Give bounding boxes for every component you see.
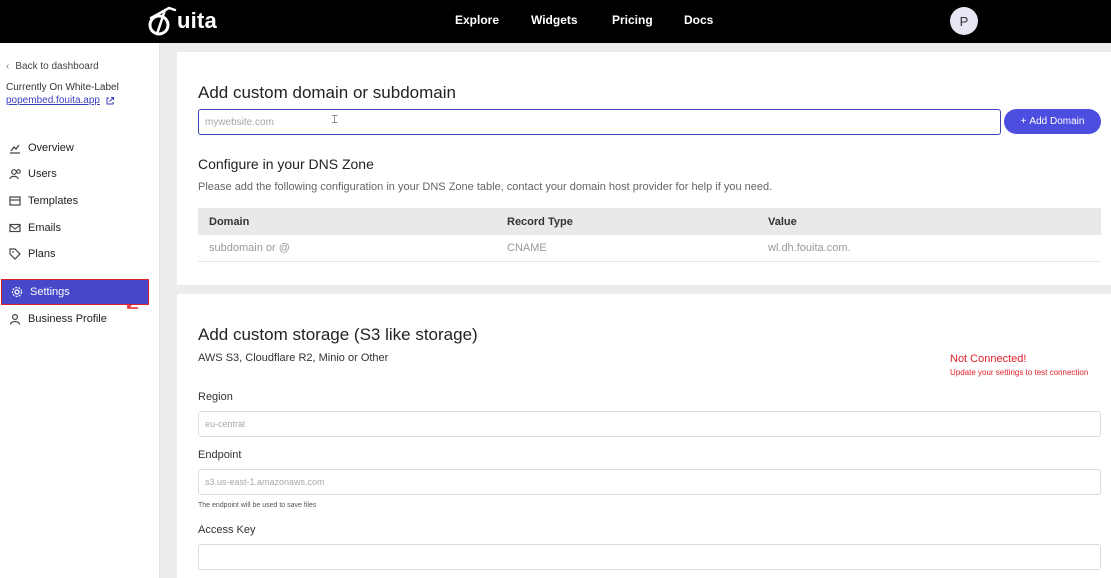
access-key-input[interactable] (198, 544, 1101, 570)
sidebar-item-label: Users (28, 168, 57, 180)
gear-icon (10, 285, 24, 299)
add-domain-button[interactable]: + Add Domain (1004, 109, 1101, 134)
current-label: Currently On White-Label (6, 82, 119, 93)
brand-name: uita (177, 8, 217, 33)
sidebar-item-emails[interactable]: Emails (0, 216, 160, 240)
access-key-label: Access Key (198, 524, 256, 536)
column-header-domain: Domain (209, 215, 250, 228)
sidebar-item-overview[interactable]: Overview (0, 136, 160, 160)
domain-input[interactable] (198, 109, 1001, 135)
sidebar-item-label: Plans (28, 248, 56, 260)
back-to-dashboard-link[interactable]: ‹ Back to dashboard (6, 61, 99, 72)
text-cursor-icon: ⌶ (331, 112, 339, 126)
dns-zone-title: Configure in your DNS Zone (198, 156, 374, 172)
fouita-logo-icon (148, 6, 177, 36)
templates-icon (8, 194, 22, 208)
endpoint-input[interactable] (198, 469, 1101, 495)
user-avatar[interactable]: P (950, 7, 978, 35)
chart-icon (8, 141, 22, 155)
sidebar-item-plans[interactable]: Plans (0, 242, 160, 266)
cell-domain: subdomain or @ (209, 242, 290, 254)
back-label: Back to dashboard (15, 61, 99, 72)
region-input[interactable] (198, 411, 1101, 437)
domain-link-text: popembed.fouita.app (6, 95, 100, 106)
sidebar-item-label: Settings (30, 286, 70, 298)
brand-logo[interactable]: uita (145, 4, 217, 38)
sidebar-item-templates[interactable]: Templates (0, 189, 160, 213)
connection-status-hint: Update your settings to test connection (950, 368, 1089, 377)
table-row: subdomain or @ CNAME wl.dh.fouita.com. (198, 235, 1101, 262)
sidebar-item-label: Business Profile (28, 313, 107, 325)
sidebar-item-label: Templates (28, 195, 79, 207)
nav-widgets[interactable]: Widgets (531, 13, 578, 27)
cell-value: wl.dh.fouita.com. (768, 242, 851, 254)
sidebar-item-label: Overview (28, 142, 74, 154)
plus-icon: + (1020, 116, 1027, 127)
sidebar-item-label: Emails (28, 222, 62, 234)
users-icon (8, 167, 22, 181)
external-link-icon (106, 96, 114, 104)
sidebar-item-business-profile[interactable]: Business Profile (0, 307, 160, 331)
cell-record-type: CNAME (507, 242, 547, 254)
mail-icon (8, 221, 22, 235)
column-header-value: Value (768, 215, 797, 228)
custom-domain-card: Add custom domain or subdomain ⌶ + Add D… (177, 52, 1111, 285)
dns-table-header: Domain Record Type Value (198, 208, 1101, 235)
nav-explore[interactable]: Explore (455, 13, 499, 27)
person-icon (8, 312, 22, 326)
top-navbar: uita Explore Widgets Pricing Docs P (0, 0, 1111, 43)
sidebar: ‹ Back to dashboard Currently On White-L… (0, 43, 160, 578)
white-label-domain-link[interactable]: popembed.fouita.app (6, 95, 115, 106)
dns-zone-description: Please add the following configuration i… (198, 181, 773, 193)
sidebar-item-settings[interactable]: Settings (1, 279, 149, 305)
endpoint-help: The endpoint will be used to save files (198, 502, 317, 509)
sidebar-item-users[interactable]: Users (0, 162, 160, 186)
region-label: Region (198, 391, 233, 403)
nav-pricing[interactable]: Pricing (612, 13, 653, 27)
endpoint-label: Endpoint (198, 449, 242, 461)
custom-storage-title: Add custom storage (S3 like storage) (198, 325, 478, 344)
dns-table: Domain Record Type Value subdomain or @ … (198, 208, 1101, 262)
custom-domain-title: Add custom domain or subdomain (198, 83, 456, 102)
custom-storage-card: Add custom storage (S3 like storage) AWS… (177, 294, 1111, 578)
chevron-left-icon: ‹ (6, 61, 10, 72)
add-domain-label: Add Domain (1029, 116, 1085, 127)
tag-icon (8, 247, 22, 261)
column-header-record-type: Record Type (507, 215, 573, 228)
storage-subtitle: AWS S3, Cloudflare R2, Minio or Other (198, 352, 389, 364)
nav-docs[interactable]: Docs (684, 13, 713, 27)
connection-status: Not Connected! (950, 353, 1027, 365)
